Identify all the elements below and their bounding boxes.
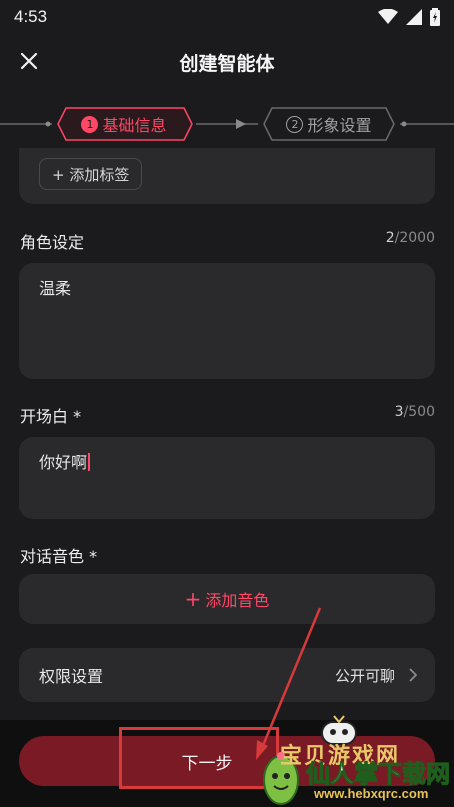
page-title: 创建智能体 bbox=[179, 52, 275, 75]
opening-value: 你好啊 bbox=[39, 453, 88, 472]
close-button[interactable] bbox=[14, 46, 44, 76]
watermark-main: 仙人掌下载网 bbox=[306, 760, 451, 789]
header: 创建智能体 bbox=[0, 34, 454, 90]
watermark: 宝贝游戏网 仙人掌下载网 www.hebxqrc.com bbox=[254, 710, 454, 807]
step-number: 1 bbox=[81, 115, 99, 133]
wifi-icon bbox=[378, 9, 398, 24]
voice-label: 对话音色 * bbox=[20, 547, 98, 566]
signal-icon bbox=[406, 9, 422, 25]
add-voice-button[interactable]: + 添加音色 bbox=[19, 574, 435, 624]
battery-icon bbox=[430, 8, 440, 26]
status-icons bbox=[378, 8, 440, 26]
add-tag-button[interactable]: + 添加标签 bbox=[39, 158, 143, 190]
permission-value: 公开可聊 bbox=[334, 666, 395, 685]
role-max: /2000 bbox=[394, 230, 435, 246]
role-count: 2 bbox=[385, 230, 395, 246]
status-time: 4:53 bbox=[14, 7, 48, 26]
role-value: 温柔 bbox=[39, 279, 72, 298]
opening-max: /500 bbox=[403, 404, 435, 420]
text-cursor bbox=[88, 453, 91, 471]
role-input[interactable]: 温柔 bbox=[19, 263, 435, 379]
step-label: 基础信息 bbox=[102, 116, 167, 135]
plus-icon: + bbox=[184, 587, 202, 611]
step-number: 2 bbox=[286, 115, 304, 133]
chevron-right-icon bbox=[409, 668, 417, 682]
close-icon bbox=[20, 52, 38, 70]
stepper: 1 基础信息 2 形象设置 bbox=[0, 104, 454, 144]
opening-count: 3 bbox=[394, 404, 404, 420]
opening-label: 开场白 * bbox=[20, 407, 82, 426]
step-label: 形象设置 bbox=[307, 116, 372, 135]
step-appearance[interactable]: 2 形象设置 bbox=[264, 108, 394, 140]
permission-value-group: 公开可聊 bbox=[335, 665, 417, 686]
watermark-url: www.hebxqrc.com bbox=[314, 786, 429, 801]
role-counter: 2/2000 bbox=[386, 230, 435, 246]
permission-row[interactable]: 权限设置 公开可聊 bbox=[19, 648, 435, 702]
opening-input[interactable]: 你好啊 bbox=[19, 437, 435, 519]
role-label: 角色设定 bbox=[20, 233, 85, 252]
opening-counter: 3/500 bbox=[395, 404, 435, 420]
step-basic-info[interactable]: 1 基础信息 bbox=[58, 108, 190, 140]
status-bar: 4:53 bbox=[0, 0, 454, 34]
tag-card: + 添加标签 bbox=[19, 148, 435, 204]
permission-label: 权限设置 bbox=[39, 667, 104, 686]
add-voice-label: 添加音色 bbox=[205, 591, 270, 610]
